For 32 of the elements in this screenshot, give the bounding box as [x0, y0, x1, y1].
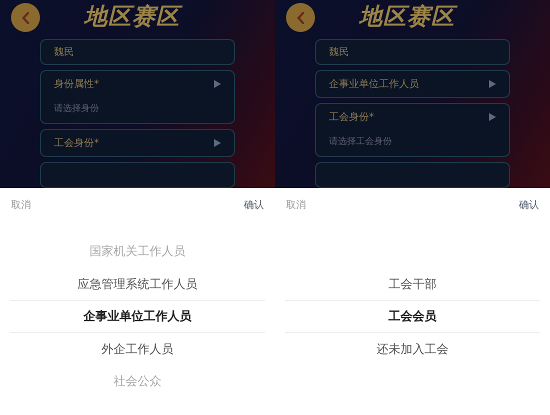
field-label: 企事业单位工作人员: [329, 78, 419, 92]
cancel-button[interactable]: 取消: [286, 198, 306, 212]
field-label: 工会身份*: [54, 136, 99, 150]
name-field[interactable]: 魏民: [40, 39, 235, 65]
field-label: 身份属性*: [54, 78, 99, 92]
name-field[interactable]: 魏民: [315, 39, 510, 65]
field-placeholder: 请选择身份: [54, 103, 99, 116]
back-icon: [296, 12, 304, 24]
picker-option[interactable]: 应急管理系统工作人员: [10, 268, 265, 300]
picker-option[interactable]: 还未加入工会: [285, 332, 540, 365]
picker-option[interactable]: 企事业单位工作人员: [10, 300, 265, 332]
confirm-button[interactable]: 确认: [519, 198, 539, 212]
triangle-icon: [214, 80, 221, 88]
back-icon: [22, 12, 30, 24]
picker-option[interactable]: 外企工作人员: [10, 332, 265, 365]
field-placeholder: 请选择工会身份: [329, 136, 392, 150]
triangle-icon: [489, 80, 496, 88]
select-field[interactable]: 工会身份*: [40, 129, 235, 157]
confirm-button[interactable]: 确认: [244, 198, 264, 212]
triangle-icon: [214, 139, 221, 147]
select-field[interactable]: 身份属性* 请选择身份: [40, 70, 235, 124]
back-button[interactable]: [11, 3, 40, 32]
back-button[interactable]: [286, 3, 315, 32]
picker-option[interactable]: 国家机关工作人员: [10, 235, 265, 268]
select-field[interactable]: 工会身份* 请选择工会身份: [315, 103, 510, 157]
select-field[interactable]: 企事业单位工作人员: [315, 70, 510, 98]
cancel-button[interactable]: 取消: [11, 198, 31, 212]
field-label: 工会身份*: [329, 110, 374, 124]
picker-option[interactable]: 社会公众: [10, 365, 265, 398]
picker-option[interactable]: 工会干部: [285, 268, 540, 300]
picker-option[interactable]: 工会会员: [285, 300, 540, 332]
triangle-icon: [489, 113, 496, 121]
